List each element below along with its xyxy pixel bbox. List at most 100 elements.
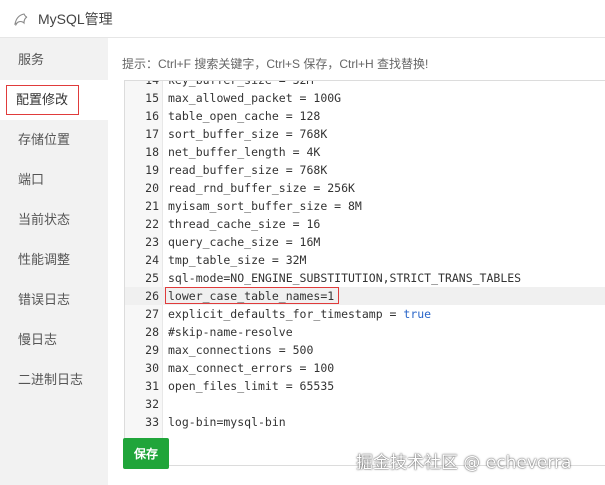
dolphin-icon [12, 10, 30, 28]
editor-lines: 14 key_buffer_size = 32M 15 max_allowed_pac… [125, 80, 605, 431]
line-number: 33 [145, 415, 159, 429]
line-code: read_rnd_buffer_size = 256K [168, 179, 355, 197]
code-text: max_allowed_packet = 100G [168, 91, 342, 105]
code-line[interactable]: 24 tmp_table_size = 32M [125, 251, 605, 269]
sidebar-item-service[interactable]: 服务 [0, 40, 108, 80]
code-line[interactable]: 19 read_buffer_size = 768K [125, 161, 605, 179]
code-line[interactable]: 28 #skip-name-resolve [125, 323, 605, 341]
line-code: table_open_cache = 128 [168, 107, 320, 125]
code-text: #skip-name-resolve [168, 325, 293, 339]
code-text: myisam_sort_buffer_size = 8M [168, 199, 362, 213]
sidebar-item-performance[interactable]: 性能调整 [0, 240, 108, 280]
sidebar-item-binlog[interactable]: 二进制日志 [0, 360, 108, 400]
code-text: query_cache_size = 16M [168, 235, 321, 249]
line-number: 30 [145, 361, 159, 375]
code-text: read_rnd_buffer_size = 256K [168, 181, 355, 195]
code-text: key_buffer_size = 32M [168, 80, 314, 87]
code-text: read_buffer_size = 768K [168, 163, 328, 177]
sidebar-item-label: 性能调整 [18, 252, 71, 267]
line-number: 19 [145, 163, 159, 177]
sidebar-item-label: 配置修改 [16, 92, 69, 107]
code-line[interactable]: 31 open_files_limit = 65535 [125, 377, 605, 395]
line-number: 26 [145, 289, 159, 303]
line-number: 20 [145, 181, 159, 195]
line-code: max_connect_errors = 100 [168, 359, 334, 377]
sidebar-item-storage[interactable]: 存储位置 [0, 120, 108, 160]
sidebar-item-label: 当前状态 [18, 212, 71, 227]
line-number: 29 [145, 343, 159, 357]
code-text: tmp_table_size = 32M [168, 253, 307, 267]
line-code: #skip-name-resolve [168, 323, 293, 341]
line-number: 31 [145, 379, 159, 393]
line-code: explicit_defaults_for_timestamp = true [168, 305, 431, 323]
sidebar-item-error-log[interactable]: 错误日志 [0, 280, 108, 320]
window-title: MySQL管理 [38, 10, 113, 27]
line-code: query_cache_size = 16M [168, 233, 320, 251]
main-panel: 提示：Ctrl+F 搜索关键字，Ctrl+S 保存，Ctrl+H 查找替换! 1… [108, 38, 605, 485]
line-number: 32 [145, 397, 159, 411]
line-code: read_buffer_size = 768K [168, 161, 327, 179]
sidebar-item-port[interactable]: 端口 [0, 160, 108, 200]
code-line[interactable]: 32 [125, 395, 605, 413]
sidebar-item-slow-log[interactable]: 慢日志 [0, 320, 108, 360]
line-number: 28 [145, 325, 159, 339]
sidebar-item-config[interactable]: 配置修改 [0, 80, 108, 120]
code-line[interactable]: 26 lower_case_table_names=1 [125, 287, 605, 305]
code-text: open_files_limit = 65535 [168, 379, 335, 393]
code-line[interactable]: 20 read_rnd_buffer_size = 256K [125, 179, 605, 197]
code-line[interactable]: 33 log-bin=mysql-bin [125, 413, 605, 431]
code-line[interactable]: 21 myisam_sort_buffer_size = 8M [125, 197, 605, 215]
line-code: open_files_limit = 65535 [168, 377, 334, 395]
code-line[interactable]: 17 sort_buffer_size = 768K [125, 125, 605, 143]
code-line[interactable]: 30 max_connect_errors = 100 [125, 359, 605, 377]
line-number: 23 [145, 235, 159, 249]
sidebar-item-status[interactable]: 当前状态 [0, 200, 108, 240]
line-code: max_connections = 500 [168, 341, 313, 359]
line-code: log-bin=mysql-bin [168, 413, 286, 431]
line-number: 27 [145, 307, 159, 321]
code-line[interactable]: 22 thread_cache_size = 16 [125, 215, 605, 233]
config-editor[interactable]: 14 key_buffer_size = 32M 15 max_allowed_pac… [124, 80, 605, 466]
code-line[interactable]: 23 query_cache_size = 16M [125, 233, 605, 251]
code-text: sql-mode=NO_ENGINE_SUBSTITUTION,STRICT_T… [168, 271, 522, 285]
code-line[interactable]: 27 explicit_defaults_for_timestamp = true [125, 305, 605, 323]
line-code: sql-mode=NO_ENGINE_SUBSTITUTION,STRICT_T… [168, 269, 521, 287]
shortcut-hint: 提示：Ctrl+F 搜索关键字，Ctrl+S 保存，Ctrl+H 查找替换! [122, 57, 429, 71]
code-line[interactable]: 25 sql-mode=NO_ENGINE_SUBSTITUTION,STRICT… [125, 269, 605, 287]
line-number: 16 [145, 109, 159, 123]
sidebar-item-label: 存储位置 [18, 132, 71, 147]
code-line[interactable]: 14 key_buffer_size = 32M [125, 80, 605, 89]
code-text: table_open_cache = 128 [168, 109, 321, 123]
code-text: explicit_defaults_for_timestamp = [168, 307, 404, 321]
code-text: log-bin=mysql-bin [168, 415, 286, 429]
code-text: net_buffer_length = 4K [168, 145, 321, 159]
line-number: 24 [145, 253, 159, 267]
sidebar: 服务 配置修改 存储位置 端口 当前状态 性能调整 错误日志 慢日志 二进制日志 [0, 38, 108, 485]
sidebar-item-label: 端口 [18, 172, 45, 187]
code-line[interactable]: 18 net_buffer_length = 4K [125, 143, 605, 161]
code-text: sort_buffer_size = 768K [168, 127, 328, 141]
save-button[interactable]: 保存 [123, 438, 169, 469]
code-line[interactable]: 15 max_allowed_packet = 100G [125, 89, 605, 107]
line-code: max_allowed_packet = 100G [168, 89, 341, 107]
code-keyword: true [403, 307, 432, 321]
code-line[interactable]: 16 table_open_cache = 128 [125, 107, 605, 125]
line-number: 25 [145, 271, 159, 285]
line-code: thread_cache_size = 16 [168, 215, 320, 233]
line-number: 14 [145, 80, 159, 87]
code-text: max_connections = 500 [168, 343, 314, 357]
title-bar: MySQL管理 [0, 0, 605, 38]
line-code: net_buffer_length = 4K [168, 143, 320, 161]
line-code: myisam_sort_buffer_size = 8M [168, 197, 362, 215]
code-text: thread_cache_size = 16 [168, 217, 321, 231]
line-highlight-box [165, 287, 339, 304]
line-number: 21 [145, 199, 159, 213]
line-code: sort_buffer_size = 768K [168, 125, 327, 143]
line-code: tmp_table_size = 32M [168, 251, 306, 269]
code-text: max_connect_errors = 100 [168, 361, 335, 375]
line-number: 22 [145, 217, 159, 231]
sidebar-item-label: 错误日志 [18, 292, 71, 307]
sidebar-item-label: 服务 [18, 52, 45, 67]
code-line[interactable]: 29 max_connections = 500 [125, 341, 605, 359]
line-number: 17 [145, 127, 159, 141]
